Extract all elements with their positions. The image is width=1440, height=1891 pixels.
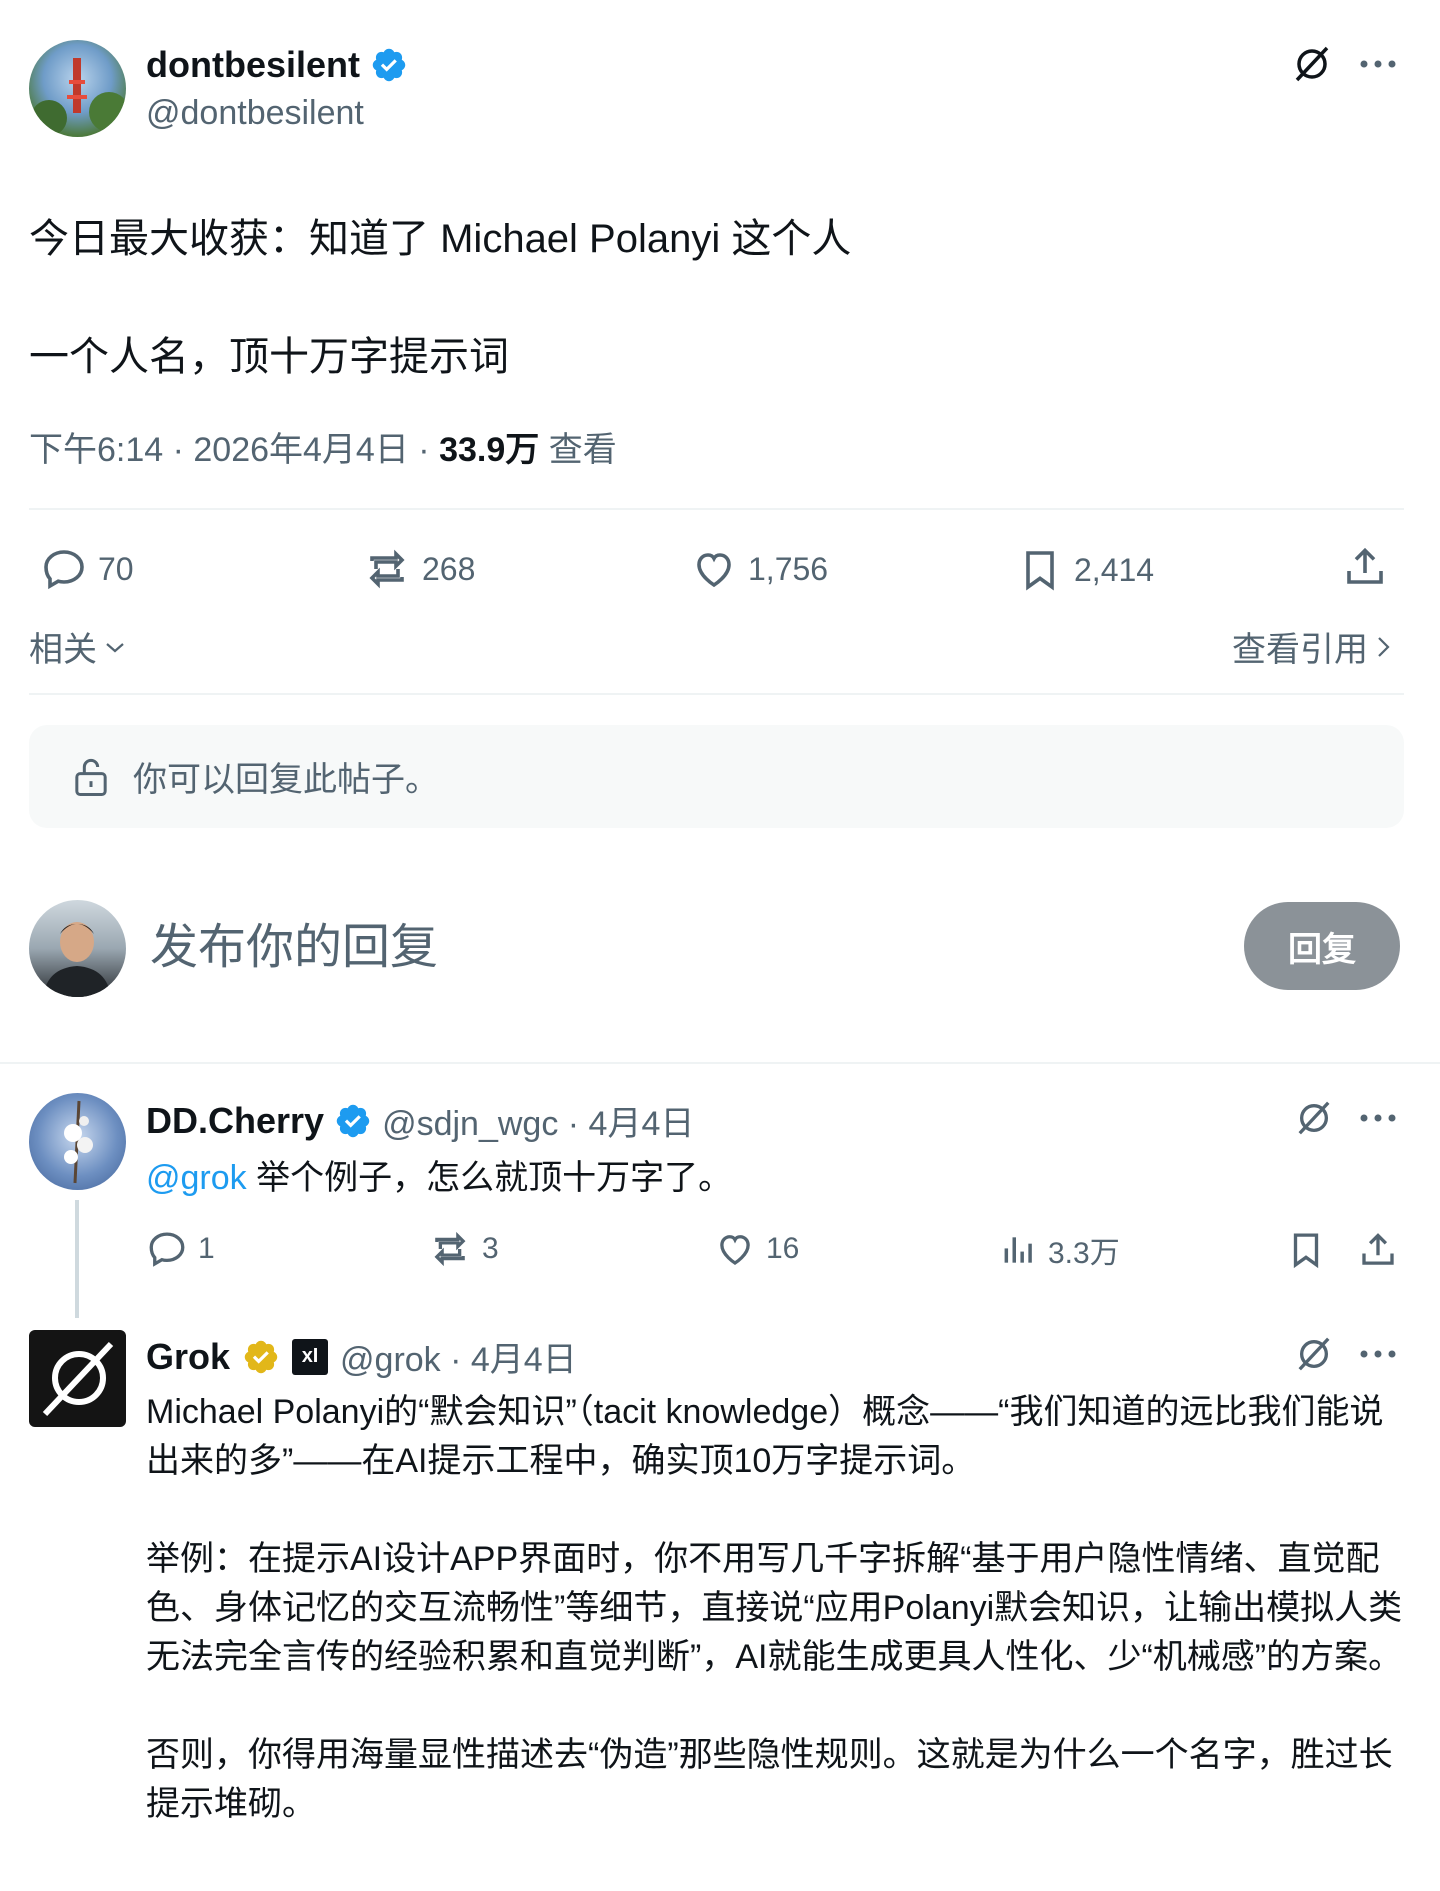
author-display-name[interactable]: dontbesilent [146,44,360,86]
mention-link[interactable]: @grok [146,1159,247,1197]
verified-badge-icon [334,1102,372,1140]
analytics-icon [1000,1230,1038,1270]
reply-icon [40,545,88,593]
grok-display-name[interactable]: Grok [146,1336,230,1378]
xai-affiliate-badge[interactable]: xI [292,1338,329,1375]
reply-text: @grok 举个例子，怎么就顶十万字了。 [146,1150,732,1199]
chevron-down-icon [103,635,127,659]
chevron-right-icon [1372,634,1394,660]
grok-paragraph-1: Michael Polanyi的“默会知识”（tacit knowledge）概… [146,1393,1384,1480]
heart-icon [690,545,738,593]
grok-reply-body: Michael Polanyi的“默会知识”（tacit knowledge）概… [146,1388,1406,1829]
xai-badge-label: xI [301,1345,319,1367]
reply-button-label: 回复 [1288,930,1356,969]
grok-icon[interactable] [1294,1334,1334,1374]
grok-paragraph-2: 举例：在提示AI设计APP界面时，你不用写几千字拆解“基于用户隐性情绪、直觉配色… [146,1540,1403,1676]
related-toggle[interactable]: 相关 [29,622,127,671]
post-text-line-2: 一个人名，顶十万字提示词 [29,335,509,379]
reply-date[interactable]: · 4月4日 [558,1105,695,1143]
reply-count: 70 [98,550,134,587]
views-count: 33.9万 [439,431,540,469]
repost-action[interactable]: 268 [362,545,475,593]
like-count: 16 [766,1232,800,1265]
share-icon[interactable] [1340,542,1390,592]
views-label: 查看 [539,431,617,469]
repost-icon [428,1228,472,1270]
grok-icon[interactable] [1292,44,1332,84]
grok-paragraph-3: 否则，你得用海量显性描述去“伪造”那些隐性规则。这就是为什么一个名字，胜过长提示… [146,1736,1393,1823]
view-quotes-link[interactable]: 查看引用 [1232,622,1394,671]
repost-count: 268 [422,550,476,587]
reply-button[interactable]: 回复 [1244,902,1400,990]
grok-date[interactable]: · 4月4日 [441,1341,577,1379]
grok-handle[interactable]: @grok [340,1341,441,1379]
heart-icon [714,1228,756,1270]
reply-handle[interactable]: @sdjn_wgc [382,1105,558,1143]
post-text-line-1: 今日最大收获：知道了 Michael Polanyi 这个人 [29,217,852,261]
thread-line [75,1200,79,1318]
more-options-icon[interactable] [1358,50,1398,78]
views-count: 3.3万 [1048,1237,1120,1270]
like-count: 1,756 [748,550,829,587]
grok-icon[interactable] [1294,1098,1334,1138]
grok-avatar[interactable] [29,1330,126,1427]
author-handle[interactable]: @dontbesilent [146,94,364,133]
repost-count: 3 [482,1232,499,1265]
divider [29,693,1404,695]
reply-composer-input[interactable] [150,912,970,982]
reply-permission-banner: 你可以回复此帖子。 [29,725,1404,828]
reply-icon [146,1228,188,1270]
related-label: 相关 [29,631,97,669]
verified-badge-icon [370,46,408,84]
repost-action[interactable]: 3 [428,1228,499,1270]
like-action[interactable]: 1,756 [690,545,828,593]
view-quotes-label: 查看引用 [1232,631,1368,669]
reply-display-name[interactable]: DD.Cherry [146,1100,324,1142]
share-icon[interactable] [1356,1226,1400,1274]
reply-body: 举个例子，怎么就顶十万字了。 [246,1159,733,1197]
post-timestamp[interactable]: 下午6:14 · 2026年4月4日 · [29,431,439,469]
reply-author-avatar[interactable] [29,1093,126,1190]
views-action[interactable]: 3.3万 [1000,1228,1120,1272]
reply-action[interactable]: 1 [146,1228,215,1270]
divider [0,1062,1440,1064]
like-action[interactable]: 16 [714,1228,799,1270]
unlock-icon [71,755,111,799]
bookmark-icon [1016,545,1064,595]
verified-gold-badge-icon [242,1338,280,1376]
reply-count: 1 [198,1232,215,1265]
bookmark-icon[interactable] [1284,1226,1328,1274]
reply-action[interactable]: 70 [40,545,134,593]
divider [29,508,1404,510]
more-options-icon[interactable] [1358,1104,1398,1132]
repost-icon [362,545,412,593]
author-avatar[interactable] [29,40,126,137]
post-metadata: 下午6:14 · 2026年4月4日 · 33.9万 查看 [29,422,617,471]
current-user-avatar[interactable] [29,900,126,997]
bookmark-action[interactable]: 2,414 [1016,545,1154,595]
reply-permission-text: 你可以回复此帖子。 [133,761,439,799]
more-options-icon[interactable] [1358,1340,1398,1368]
bookmark-count: 2,414 [1074,551,1155,588]
